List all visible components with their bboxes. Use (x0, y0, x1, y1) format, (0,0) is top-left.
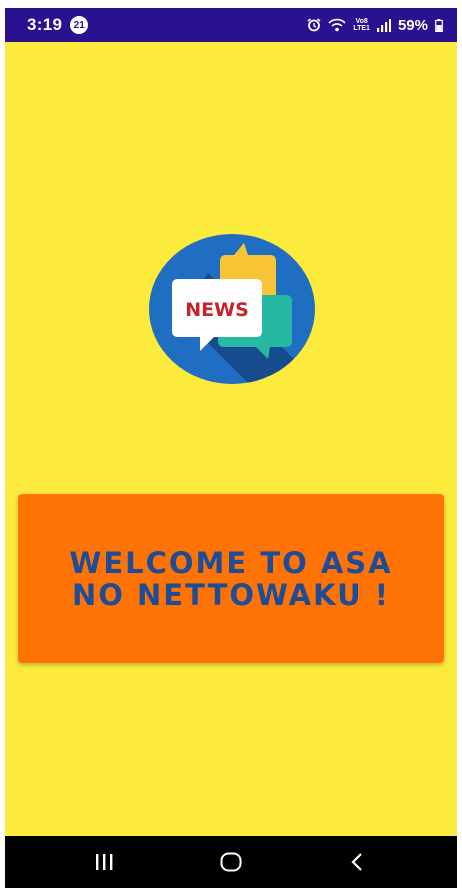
battery-icon (435, 18, 443, 32)
news-logo: NEWS (148, 233, 316, 385)
alarm-icon (307, 18, 321, 32)
network-type-top: Vo8 (355, 18, 368, 25)
status-time: 3:19 (27, 15, 63, 34)
status-bar: 3:19 21 Vo8 LTE1 59% (5, 8, 457, 42)
network-type-indicator: Vo8 LTE1 (353, 18, 370, 32)
recent-apps-icon[interactable] (74, 836, 134, 888)
welcome-message: WELCOME TO ASA NO NETTOWAKU ! (69, 545, 393, 612)
news-logo-text: NEWS (185, 299, 249, 321)
notification-count-badge: 21 (70, 16, 89, 34)
app-screen: 3:19 21 Vo8 LTE1 59% NEWS WELCOME TO ASA… (5, 8, 457, 888)
welcome-card: WELCOME TO ASA NO NETTOWAKU ! (18, 494, 444, 663)
network-type-bottom: LTE1 (353, 25, 370, 32)
back-icon[interactable] (327, 836, 387, 888)
battery-percentage: 59% (397, 16, 428, 34)
signal-icon (376, 18, 391, 32)
status-icons: Vo8 LTE1 59% (307, 17, 443, 34)
wifi-icon (328, 18, 346, 32)
navigation-bar (5, 836, 457, 888)
home-icon[interactable] (201, 836, 261, 888)
